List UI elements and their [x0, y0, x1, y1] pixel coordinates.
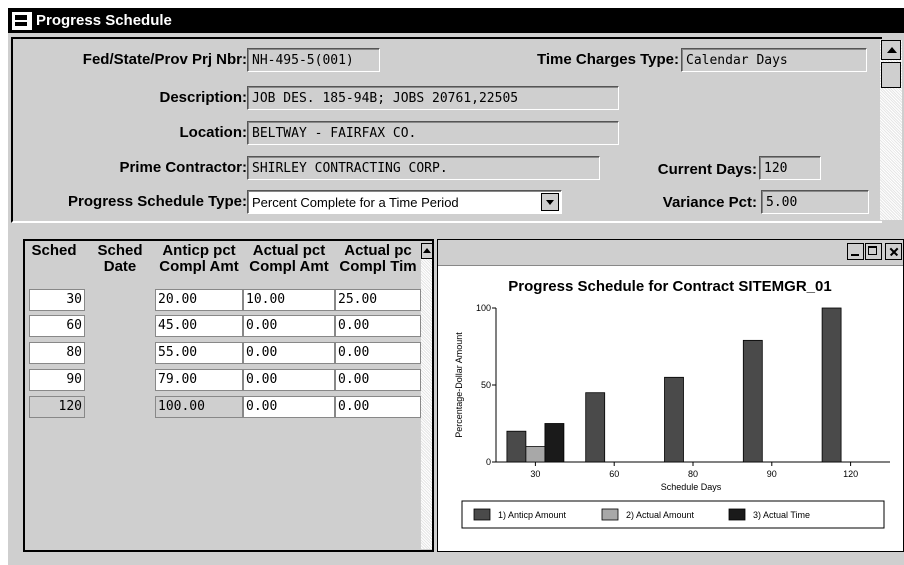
scroll-up-icon[interactable]: [421, 243, 432, 259]
minimize-icon[interactable]: [847, 243, 864, 260]
column-header-sched-date[interactable]: Sched Date: [85, 243, 155, 275]
legend-label: 1) Anticp Amount: [498, 510, 567, 520]
bar-chart: Progress Schedule for Contract SITEMGR_0…: [454, 278, 890, 529]
column-header-anticp-amt[interactable]: Anticp pct Compl Amt: [155, 243, 243, 275]
cell-anticp[interactable]: 100.00: [155, 396, 243, 418]
app-window-icon: [12, 11, 32, 30]
column-header-sched[interactable]: Sched: [25, 243, 83, 259]
window-title: Progress Schedule: [36, 12, 172, 29]
close-icon[interactable]: [885, 243, 902, 260]
legend-swatch: [601, 508, 619, 521]
bar-1-anticp-amount: [585, 392, 606, 463]
chart-area: Progress Schedule for Contract SITEMGR_0…: [438, 266, 903, 551]
scroll-up-icon[interactable]: [881, 40, 901, 60]
legend-swatch: [473, 508, 491, 521]
cell-actual-time[interactable]: 0.00: [335, 369, 421, 391]
cell-actual-amt[interactable]: 0.00: [243, 342, 335, 364]
x-axis-label: Schedule Days: [661, 482, 722, 492]
cell-anticp[interactable]: 45.00: [155, 315, 243, 337]
time-charges-type-field[interactable]: Calendar Days: [681, 48, 867, 72]
chart-title: Progress Schedule for Contract SITEMGR_0…: [508, 278, 831, 295]
y-tick-label: 100: [476, 303, 491, 313]
schedule-grid: Sched Sched Date Anticp pct Compl Amt Actu…: [23, 239, 434, 552]
cell-actual-time[interactable]: 0.00: [335, 342, 421, 364]
chart-window-title-bar[interactable]: [438, 240, 903, 266]
schedule-type-select[interactable]: Percent Complete for a Time Period: [247, 190, 562, 214]
description-field[interactable]: JOB DES. 185-94B; JOBS 20761,22505: [247, 86, 619, 110]
y-tick-label: 50: [481, 380, 491, 390]
bar-1-anticp-amount: [742, 339, 763, 463]
cell-sched[interactable]: 80: [29, 342, 85, 364]
cell-actual-amt[interactable]: 0.00: [243, 396, 335, 418]
grid-scrollbar[interactable]: [421, 243, 432, 549]
variance-pct-label: Variance Pct:: [662, 194, 757, 211]
cell-actual-amt[interactable]: 10.00: [243, 289, 335, 311]
window-title-bar[interactable]: Progress Schedule: [8, 8, 904, 33]
cell-anticp[interactable]: 55.00: [155, 342, 243, 364]
chevron-down-icon[interactable]: [541, 193, 559, 211]
maximize-icon[interactable]: [865, 243, 882, 260]
legend-label: 2) Actual Amount: [626, 510, 695, 520]
y-tick-label: 0: [486, 457, 491, 467]
cell-anticp[interactable]: 20.00: [155, 289, 243, 311]
column-header-actual-time[interactable]: Actual pc Compl Tim: [335, 243, 421, 275]
legend-swatch: [728, 508, 746, 521]
bar-3-actual-time: [544, 423, 565, 463]
cell-sched[interactable]: 90: [29, 369, 85, 391]
bar-1-anticp-amount: [821, 307, 842, 463]
location-label: Location:: [179, 124, 248, 141]
prime-contractor-label: Prime Contractor:: [119, 159, 247, 176]
current-days-field[interactable]: 120: [759, 156, 821, 180]
contract-header-panel: Fed/State/Prov Prj Nbr: NH-495-5(001) Ti…: [11, 37, 882, 223]
schedule-type-value: Percent Complete for a Time Period: [252, 195, 459, 210]
x-tick-label: 80: [688, 469, 698, 479]
legend-label: 3) Actual Time: [753, 510, 810, 520]
cell-sched[interactable]: 30: [29, 289, 85, 311]
x-tick-label: 90: [767, 469, 777, 479]
x-tick-label: 30: [530, 469, 540, 479]
project-number-label: Fed/State/Prov Prj Nbr:: [82, 51, 247, 68]
cell-actual-time[interactable]: 0.00: [335, 396, 421, 418]
cell-actual-amt[interactable]: 0.00: [243, 369, 335, 391]
cell-actual-time[interactable]: 0.00: [335, 315, 421, 337]
cell-sched[interactable]: 60: [29, 315, 85, 337]
time-charges-type-label: Time Charges Type:: [537, 51, 679, 68]
prime-contractor-field[interactable]: SHIRLEY CONTRACTING CORP.: [247, 156, 600, 180]
bar-1-anticp-amount: [664, 376, 684, 463]
scroll-thumb[interactable]: [881, 62, 901, 88]
x-tick-label: 60: [609, 469, 619, 479]
variance-pct-field[interactable]: 5.00: [761, 190, 869, 214]
cell-sched[interactable]: 120: [29, 396, 85, 418]
description-label: Description:: [159, 89, 247, 106]
current-days-label: Current Days:: [657, 161, 757, 178]
bar-1-anticp-amount: [506, 430, 527, 463]
column-header-actual-amt[interactable]: Actual pct Compl Amt: [243, 243, 335, 275]
x-tick-label: 120: [843, 469, 858, 479]
project-number-field[interactable]: NH-495-5(001): [247, 48, 380, 72]
cell-anticp[interactable]: 79.00: [155, 369, 243, 391]
y-axis-label: Percentage-Dollar Amount: [454, 332, 464, 438]
header-scrollbar[interactable]: [880, 40, 902, 220]
chart-window: Progress Schedule for Contract SITEMGR_0…: [437, 239, 904, 552]
schedule-type-label: Progress Schedule Type:: [68, 193, 247, 210]
cell-actual-amt[interactable]: 0.00: [243, 315, 335, 337]
cell-actual-time[interactable]: 25.00: [335, 289, 421, 311]
location-field[interactable]: BELTWAY - FAIRFAX CO.: [247, 121, 619, 145]
bar-2-actual-amount: [525, 446, 546, 463]
